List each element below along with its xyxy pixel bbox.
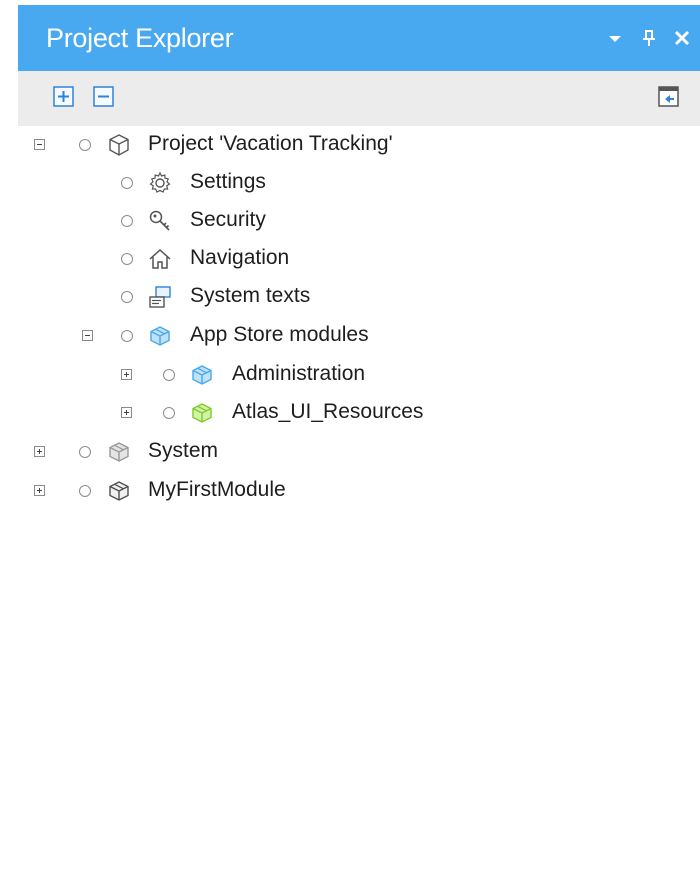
appstore-module-icon: [148, 324, 172, 348]
tree-item-myfirstmodule[interactable]: MyFirstModule: [0, 474, 680, 510]
status-radio: [121, 253, 133, 265]
project-explorer-panel: Project Explorer Project 'Vacation Track…: [0, 0, 700, 881]
tree-item-label: Navigation: [190, 246, 290, 269]
expand-toggle[interactable]: [121, 407, 132, 418]
collapse-all-icon[interactable]: [92, 85, 116, 109]
status-radio: [121, 330, 133, 342]
dropdown-icon[interactable]: [604, 27, 626, 49]
status-radio: [79, 446, 91, 458]
tree-item-atlas-ui-resources[interactable]: Atlas_UI_Resources: [0, 396, 680, 432]
panel-titlebar: Project Explorer: [18, 5, 700, 71]
status-radio: [79, 139, 91, 151]
tree-item-administration[interactable]: Administration: [0, 358, 680, 394]
tree-item-security[interactable]: Security: [0, 204, 680, 240]
panel-toolbar: [18, 71, 700, 126]
status-radio: [121, 215, 133, 227]
gray-module-icon: [107, 440, 131, 464]
tree-item-label: App Store modules: [190, 323, 369, 346]
tree-item-label: System texts: [190, 284, 311, 307]
status-radio: [121, 177, 133, 189]
tree-item-label: Project 'Vacation Tracking': [148, 132, 393, 155]
expand-toggle[interactable]: [34, 446, 45, 457]
expand-all-icon[interactable]: [52, 85, 76, 109]
key-icon: [148, 209, 172, 233]
tree-item-navigation[interactable]: Navigation: [0, 242, 680, 278]
status-radio: [163, 369, 175, 381]
tree-item-label: System: [148, 439, 219, 462]
tree-item-label: Settings: [190, 170, 266, 193]
collapse-toggle[interactable]: [82, 330, 93, 341]
tree-item-label: Security: [190, 208, 266, 231]
status-radio: [121, 291, 133, 303]
expand-toggle[interactable]: [121, 369, 132, 380]
tree-item-project[interactable]: Project 'Vacation Tracking': [0, 128, 680, 164]
green-module-icon: [190, 401, 214, 425]
status-radio: [163, 407, 175, 419]
close-icon[interactable]: [671, 27, 693, 49]
dark-module-icon: [107, 479, 131, 503]
tree-item-app-store-modules[interactable]: App Store modules: [0, 319, 680, 355]
panel-title: Project Explorer: [46, 23, 234, 53]
tree-item-label: Administration: [232, 362, 366, 385]
sync-editor-icon[interactable]: [657, 85, 681, 109]
gear-icon: [148, 171, 172, 195]
project-cube-icon: [107, 133, 131, 157]
collapse-toggle[interactable]: [34, 139, 45, 150]
tree-item-system-texts[interactable]: System texts: [0, 280, 680, 316]
pin-icon[interactable]: [638, 27, 660, 49]
status-radio: [79, 485, 91, 497]
tree-item-settings[interactable]: Settings: [0, 166, 680, 202]
home-icon: [148, 247, 172, 271]
tree-item-label: Atlas_UI_Resources: [232, 400, 424, 423]
expand-toggle[interactable]: [34, 485, 45, 496]
tree-item-label: MyFirstModule: [148, 478, 286, 501]
system-texts-icon: [148, 285, 172, 309]
blue-module-icon: [190, 363, 214, 387]
tree-item-system[interactable]: System: [0, 435, 680, 471]
